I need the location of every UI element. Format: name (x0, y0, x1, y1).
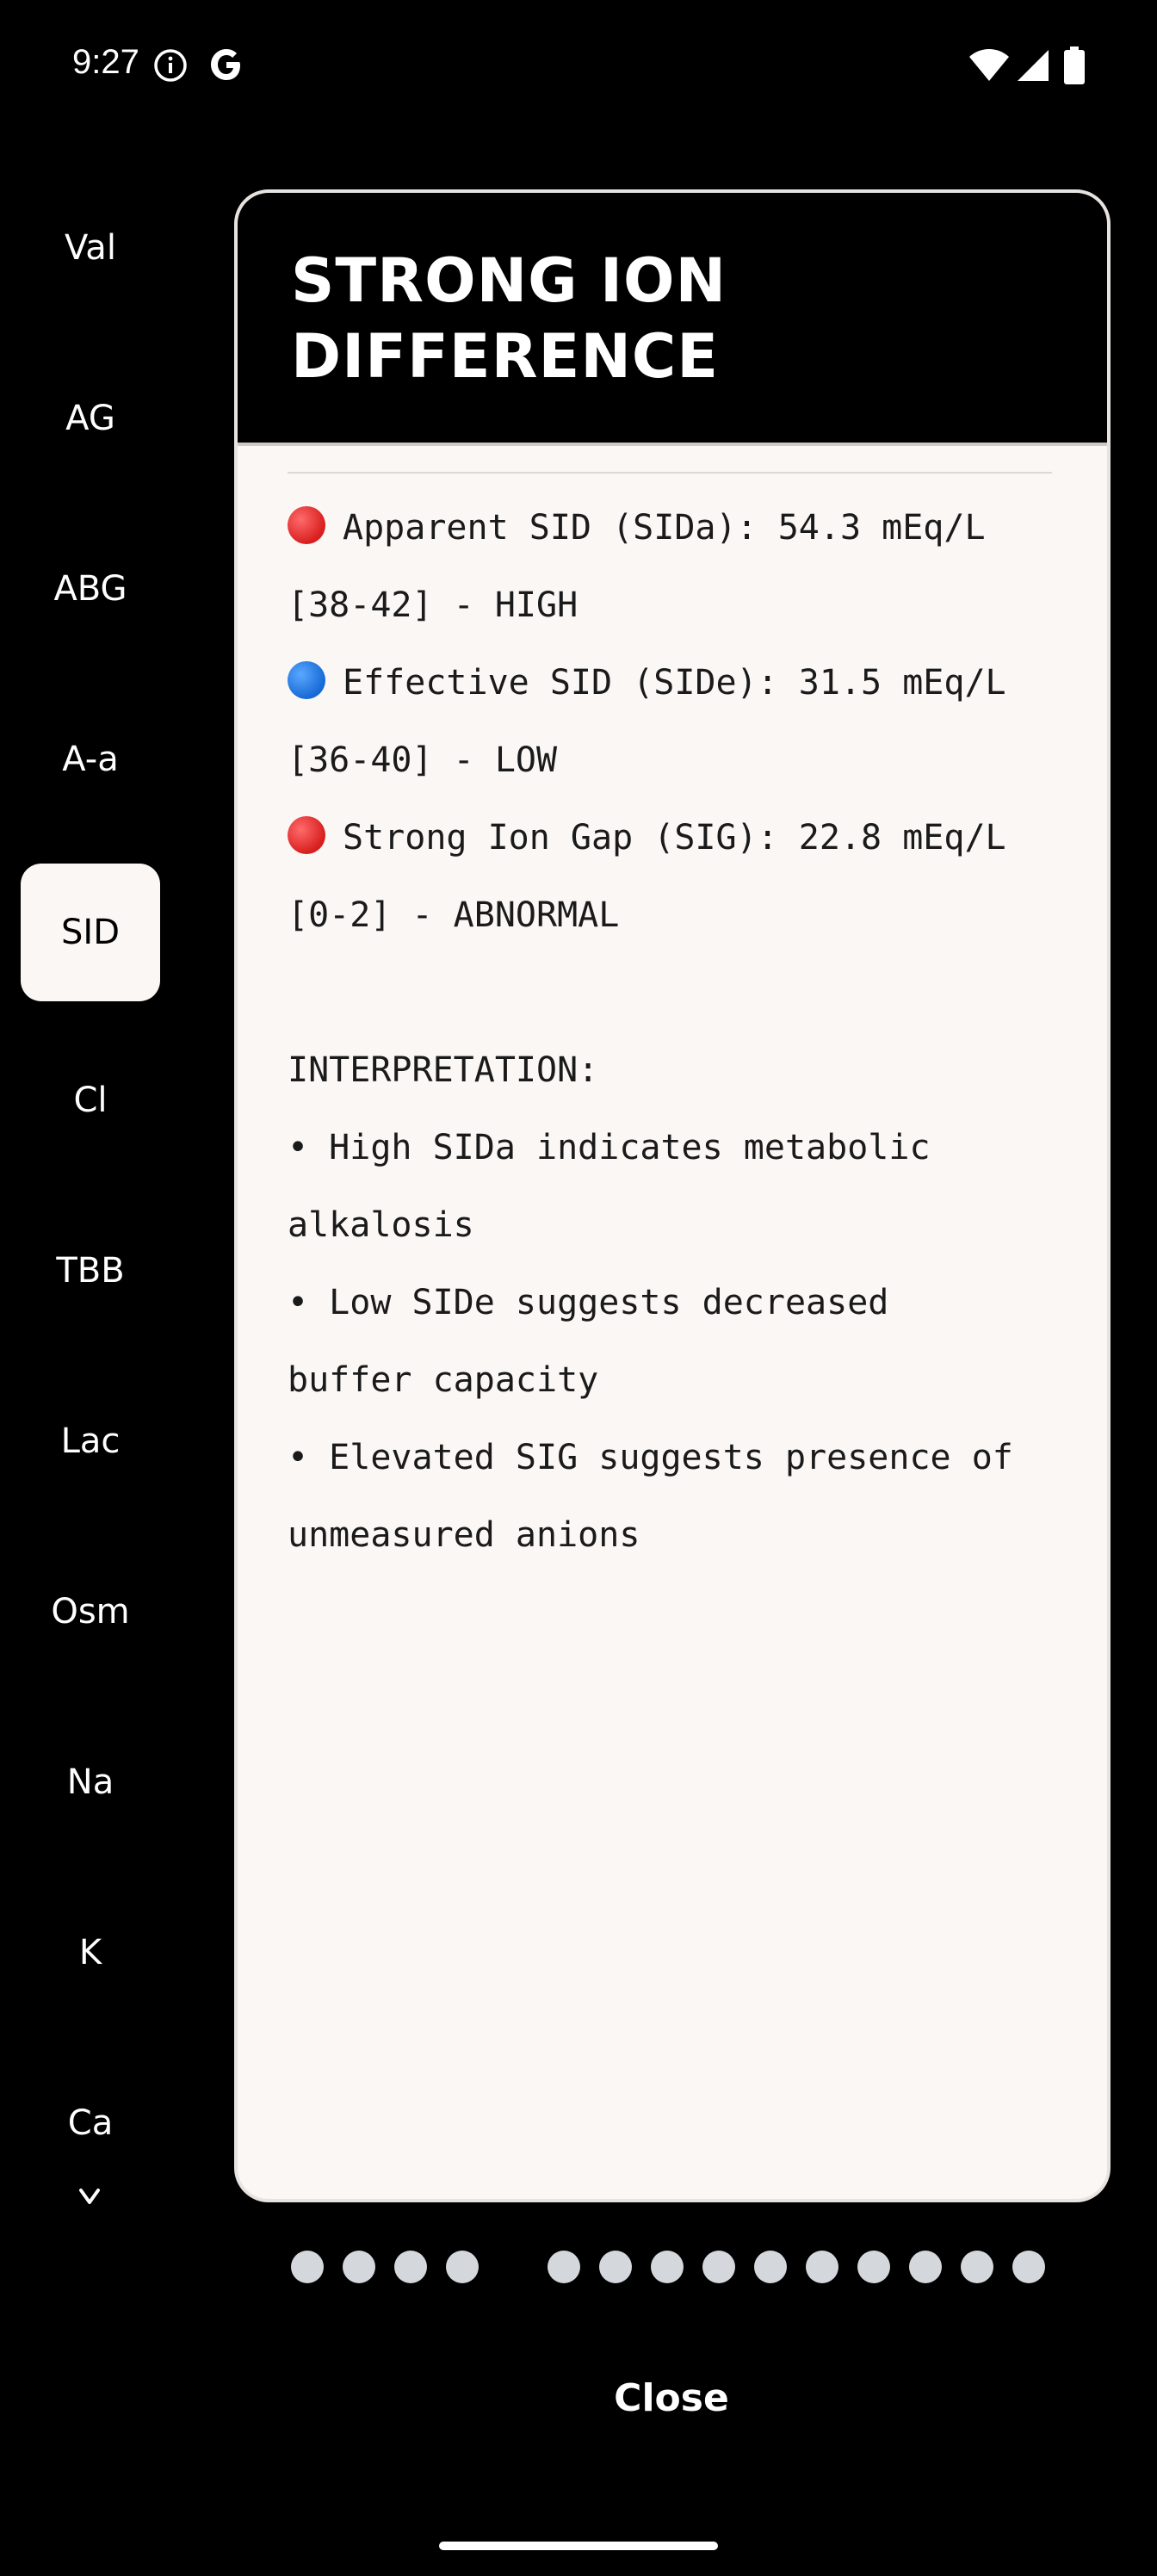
sidebar-item-val[interactable]: Val (21, 179, 160, 317)
result-line: Strong Ion Gap (SIG): 22.8 mEq/L (288, 799, 1080, 876)
page-dot[interactable] (343, 2251, 375, 2283)
sidebar-item-label: Na (66, 1762, 114, 1802)
close-button[interactable]: Close (534, 2368, 809, 2428)
page-dot[interactable] (548, 2251, 580, 2283)
result-line-text: alkalosis (288, 1205, 474, 1245)
sidebar-item-label: ABG (53, 569, 127, 609)
result-line-text: Apparent SID (SIDa): 54.3 mEq/L (343, 508, 986, 548)
page-dot[interactable] (446, 2251, 479, 2283)
page-dot[interactable] (754, 2251, 787, 2283)
sidebar-item-label: TBB (56, 1251, 125, 1291)
result-line-text: [0-2] - ABNORMAL (288, 895, 620, 935)
page-dot[interactable] (857, 2251, 890, 2283)
chevron-down-icon[interactable] (72, 2183, 107, 2209)
card-title: STRONG ION DIFFERENCE (291, 243, 1049, 394)
battery-icon (1064, 46, 1085, 84)
page-dot[interactable] (806, 2251, 838, 2283)
result-line: buffer capacity (288, 1341, 1080, 1419)
result-line-text: • High SIDa indicates metabolic (288, 1128, 931, 1167)
page-dot[interactable] (909, 2251, 942, 2283)
result-line-text: • Low SIDe suggests decreased (288, 1283, 889, 1322)
status-bar: 9:27 (0, 0, 1157, 138)
sidebar: Val AG ABG A-a SID Cl TBB Lac Osm Na K C… (0, 189, 181, 2256)
sidebar-item-cl[interactable]: Cl (21, 1031, 160, 1169)
sidebar-item-abg[interactable]: ABG (21, 520, 160, 658)
result-line-text: Strong Ion Gap (SIG): 22.8 mEq/L (343, 818, 1006, 858)
result-line-text: [36-40] - LOW (288, 740, 558, 780)
page-dot[interactable] (651, 2251, 684, 2283)
result-line: [0-2] - ABNORMAL (288, 876, 1080, 954)
home-indicator[interactable] (439, 2542, 718, 2550)
blue-circle-icon (288, 661, 325, 699)
sidebar-item-sid[interactable]: SID (21, 864, 160, 1001)
card-title-line: DIFFERENCE (291, 321, 720, 392)
page-dot[interactable] (702, 2251, 735, 2283)
result-line-text: unmeasured anions (288, 1515, 640, 1555)
divider (288, 472, 1052, 474)
sidebar-item-label: A-a (62, 740, 119, 779)
wifi-icon (969, 49, 1009, 81)
page-indicator (0, 2251, 1157, 2285)
result-line-text: Effective SID (SIDe): 31.5 mEq/L (343, 663, 1006, 703)
page-dot[interactable] (599, 2251, 632, 2283)
result-line: alkalosis (288, 1186, 1080, 1264)
sidebar-item-label: Ca (67, 2103, 114, 2143)
result-line: Effective SID (SIDe): 31.5 mEq/L (288, 644, 1080, 721)
result-line: • Elevated SIG suggests presence of (288, 1419, 1080, 1496)
status-time: 9:27 (72, 43, 139, 81)
info-icon (154, 49, 187, 82)
result-line: unmeasured anions (288, 1496, 1080, 1574)
sidebar-item-label: K (78, 1933, 102, 1972)
sidebar-item-k[interactable]: K (21, 1884, 160, 2022)
sidebar-item-label: Lac (60, 1421, 121, 1461)
page-dot[interactable] (394, 2251, 427, 2283)
sidebar-item-label: Osm (51, 1592, 130, 1632)
sidebar-item-lac[interactable]: Lac (21, 1372, 160, 1510)
card-title-line: STRONG ION (291, 245, 727, 316)
page-dot[interactable] (961, 2251, 993, 2283)
signal-icon (1018, 50, 1049, 81)
result-line: [38-42] - HIGH (288, 567, 1080, 644)
sidebar-item-ag[interactable]: AG (21, 350, 160, 487)
sidebar-item-label: SID (61, 913, 120, 952)
sidebar-item-osm[interactable]: Osm (21, 1543, 160, 1681)
result-line-text: buffer capacity (288, 1360, 599, 1400)
result-line-text: [38-42] - HIGH (288, 585, 578, 625)
sidebar-item-a-a[interactable]: A-a (21, 690, 160, 828)
page-dot[interactable] (291, 2251, 324, 2283)
sidebar-item-label: Val (65, 228, 116, 268)
result-card: STRONG ION DIFFERENCE Apparent SID (SIDa… (234, 189, 1111, 2202)
card-body: Apparent SID (SIDa): 54.3 mEq/L [38-42] -… (238, 446, 1107, 2199)
result-line: Apparent SID (SIDa): 54.3 mEq/L (288, 489, 1080, 567)
sidebar-item-tbb[interactable]: TBB (21, 1202, 160, 1340)
sidebar-item-na[interactable]: Na (21, 1713, 160, 1851)
result-line-text: • Elevated SIG suggests presence of (288, 1438, 1013, 1477)
card-header: STRONG ION DIFFERENCE (238, 193, 1107, 446)
result-line: [36-40] - LOW (288, 721, 1080, 799)
result-line: • High SIDa indicates metabolic (288, 1109, 1080, 1186)
result-lines: Apparent SID (SIDa): 54.3 mEq/L [38-42] -… (288, 489, 1080, 1574)
result-line (288, 954, 1080, 1031)
red-circle-icon (288, 506, 325, 544)
sidebar-item-label: AG (65, 399, 115, 438)
sidebar-item-label: Cl (73, 1081, 108, 1120)
sidebar-item-ca[interactable]: Ca (21, 2054, 160, 2192)
result-line: INTERPRETATION: (288, 1031, 1080, 1109)
google-g-icon (211, 49, 240, 80)
result-line: • Low SIDe suggests decreased (288, 1264, 1080, 1341)
page-dot[interactable] (1012, 2251, 1045, 2283)
result-line-text: INTERPRETATION: (288, 1050, 599, 1090)
close-label: Close (614, 2375, 729, 2420)
red-circle-icon (288, 816, 325, 854)
